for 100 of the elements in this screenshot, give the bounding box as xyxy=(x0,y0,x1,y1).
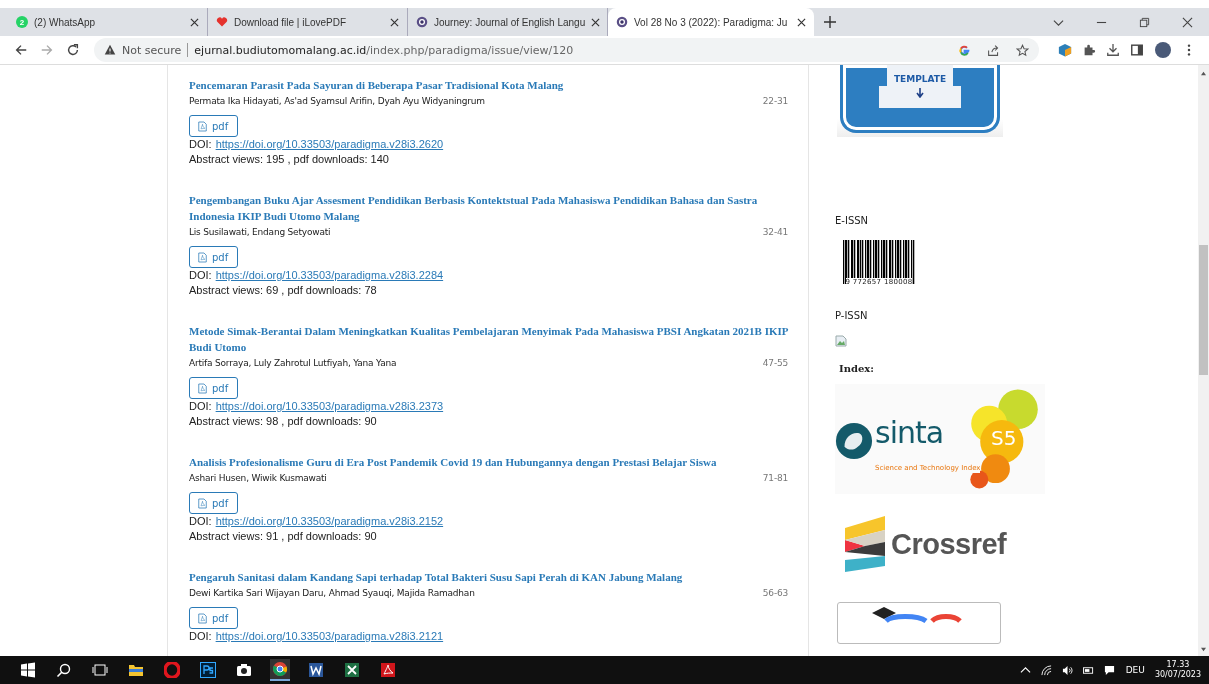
article-title-link[interactable]: Analisis Profesionalisme Guru di Era Post Pandemik Covid 19 dan Hubungannya dengan Prestasi Belajar Siswa xyxy=(189,454,788,470)
sinta-wordmark: sinta xyxy=(875,416,944,450)
address-bar[interactable]: Not secure ejurnal.budiutomomalang.ac.id/index.php/paradigma/issue/view/120 xyxy=(94,38,1039,62)
chrome-icon[interactable] xyxy=(270,659,290,681)
word-icon[interactable] xyxy=(306,660,326,680)
opera-icon[interactable] xyxy=(162,660,182,680)
pdf-reader-icon[interactable] xyxy=(378,660,398,680)
puzzle-icon[interactable] xyxy=(1082,43,1096,57)
side-panel-icon[interactable] xyxy=(1130,43,1144,57)
article-authors: Permata Ika Hidayati, As'ad Syamsul Arifin, Dyah Ayu Widyaningrum xyxy=(189,96,485,106)
tab-title: Vol 28 No 3 (2022): Paradigma: Ju xyxy=(634,16,789,28)
close-icon[interactable] xyxy=(190,17,199,27)
doi-label: DOI: xyxy=(189,137,212,152)
page-range: 56-63 xyxy=(762,588,788,598)
tab-title: Journey: Journal of English Langu xyxy=(434,16,586,28)
url-text: ejurnal.budiutomomalang.ac.id/index.php/paradigma/issue/view/120 xyxy=(194,43,574,57)
pdf-button[interactable]: pdf xyxy=(189,492,238,514)
close-icon[interactable] xyxy=(591,17,601,27)
photoshop-icon[interactable] xyxy=(198,660,218,680)
heart-icon xyxy=(216,16,228,28)
star-icon[interactable] xyxy=(1016,43,1029,57)
doi-link[interactable]: https://doi.org/10.33503/paradigma.v28i3.2620 xyxy=(215,137,444,152)
index-heading: Index: xyxy=(839,363,875,374)
page-range: 32-41 xyxy=(762,227,788,237)
close-icon[interactable] xyxy=(390,17,399,27)
reload-icon[interactable] xyxy=(66,43,80,57)
crossref-wordmark: Crossref xyxy=(891,527,1007,561)
battery-icon[interactable] xyxy=(1082,664,1094,676)
tab-title: (2) WhatsApp xyxy=(34,16,97,28)
page-range: 22-31 xyxy=(762,96,788,106)
pdf-button[interactable]: pdf xyxy=(189,246,238,268)
new-tab-icon[interactable] xyxy=(824,16,836,28)
notification-icon[interactable] xyxy=(1103,664,1115,676)
crossref-logo[interactable]: Crossref xyxy=(845,516,1169,572)
article-authors: Artifa Sorraya, Luly Zahrotul Lutfiyah, Yana Yana xyxy=(189,358,397,368)
tab-title: Download file | iLovePDF xyxy=(234,16,348,28)
article-stats: Abstract views: 91 , pdf downloads: 90 xyxy=(189,529,378,544)
clock-time: 17.33 xyxy=(1166,660,1190,670)
pdf-file-icon xyxy=(198,497,207,509)
circle-icon xyxy=(616,16,628,28)
page-range: 47-55 xyxy=(762,358,788,368)
back-arrow-icon[interactable] xyxy=(14,43,28,57)
pissn-label: P-ISSN xyxy=(835,310,869,321)
wifi-icon[interactable] xyxy=(1040,664,1052,676)
browser-tab[interactable]: Vol 28 No 3 (2022): Paradigma: Ju xyxy=(608,8,814,36)
close-icon[interactable] xyxy=(797,17,806,27)
download-icon[interactable] xyxy=(1106,43,1120,57)
doi-label: DOI: xyxy=(189,399,212,414)
globe-emblem-icon xyxy=(835,422,873,460)
article-title-link[interactable]: Pengembangan Buku Ajar Assesment Pendidikan Berbasis Kontektstual Pada Mahasiswa Pendidikan Bahasa dan Sastra Indonesia IKIP Budi Utomo Malang xyxy=(189,192,788,224)
warning-icon xyxy=(104,44,116,56)
article-stats: Abstract views: 98 , pdf downloads: 90 xyxy=(189,414,378,429)
pdf-button[interactable]: pdf xyxy=(189,607,238,629)
doi-link[interactable]: https://doi.org/10.33503/paradigma.v28i3.2284 xyxy=(215,268,444,283)
pdf-file-icon xyxy=(198,382,207,394)
doi-link[interactable]: https://doi.org/10.33503/paradigma.v28i3.2152 xyxy=(215,514,444,529)
chevron-up-icon[interactable] xyxy=(1019,664,1031,676)
pdf-button[interactable]: pdf xyxy=(189,115,238,137)
article-title-link[interactable]: Pencemaran Parasit Pada Sayuran di Beberapa Pasar Tradisional Kota Malang xyxy=(189,77,788,93)
article-stats: Abstract views: 195 , pdf downloads: 140 xyxy=(189,152,390,167)
pdf-file-icon xyxy=(198,120,207,132)
broken-image-icon xyxy=(835,335,847,347)
scroll-up-icon[interactable] xyxy=(1200,71,1207,76)
doi-label: DOI: xyxy=(189,629,212,644)
spreadsheet-icon[interactable] xyxy=(342,660,362,680)
scroll-down-icon[interactable] xyxy=(1200,647,1207,652)
stripes-emblem-icon xyxy=(845,516,885,572)
eissn-label: E-ISSN xyxy=(835,215,870,226)
doi-label: DOI: xyxy=(189,268,212,283)
circle-icon xyxy=(416,16,428,28)
restore-icon[interactable] xyxy=(1139,16,1150,28)
windows-start-icon[interactable] xyxy=(18,660,38,680)
g-logo-icon[interactable] xyxy=(958,43,971,57)
speaker-icon[interactable] xyxy=(1061,664,1073,676)
doi-label: DOI: xyxy=(189,514,212,529)
article-title-link[interactable]: Metode Simak-Berantai Dalam Meningkatkan Kualitas Pembelajaran Menyimak Pada Mahasiswa PBSI Angkatan 2021B IKIP Budi Utomo xyxy=(189,323,788,355)
article-title-link[interactable]: Pengaruh Sanitasi dalam Kandang Sapi terhadap Total Bakteri Susu Sapi Perah di KAN Jabung Malang xyxy=(189,569,788,585)
pdf-button[interactable]: pdf xyxy=(189,377,238,399)
scholar-logo-card[interactable] xyxy=(837,602,1001,644)
notification-badge: 2 xyxy=(16,16,28,28)
article-authors: Dewi Kartika Sari Wijayan Daru, Ahmad Syauqi, Majida Ramadhan xyxy=(189,588,475,598)
language-indicator[interactable]: DEU xyxy=(1125,665,1145,675)
doi-link[interactable]: https://doi.org/10.33503/paradigma.v28i3.2373 xyxy=(215,399,444,414)
article-stats: Abstract views: 69 , pdf downloads: 78 xyxy=(189,283,378,298)
template-label: TEMPLATE xyxy=(886,65,954,86)
sinta-grade: S5 xyxy=(991,426,1017,450)
article-authors: Ashari Husen, Wiwik Kusmawati xyxy=(189,473,327,483)
pdf-file-icon xyxy=(198,251,207,263)
doi-link[interactable]: https://doi.org/10.33503/paradigma.v28i3.2121 xyxy=(215,629,444,644)
clock-date: 30/07/2023 xyxy=(1154,670,1201,680)
pdf-file-icon xyxy=(198,612,207,624)
profile-avatar[interactable] xyxy=(1155,42,1171,58)
share-icon[interactable] xyxy=(987,43,1000,57)
page-range: 71-81 xyxy=(762,473,788,483)
template-download-image[interactable]: TEMPLATE xyxy=(837,65,1003,137)
scrollbar[interactable] xyxy=(1198,65,1209,656)
scroll-thumb[interactable] xyxy=(1199,245,1208,375)
security-label: Not secure xyxy=(122,43,182,57)
close-icon[interactable] xyxy=(1182,16,1193,28)
cube-icon[interactable] xyxy=(1058,43,1072,57)
